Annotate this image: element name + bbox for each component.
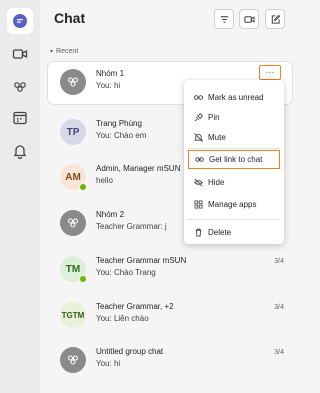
chat-name: Teacher Grammar, +2 (96, 302, 174, 311)
more-options-button[interactable]: ··· (259, 65, 281, 80)
menu-item-mute[interactable]: Mute (188, 128, 280, 147)
avatar-initials: TGTM (61, 310, 85, 320)
menu-item-label: Get link to chat (209, 155, 263, 164)
filter-icon (220, 15, 228, 23)
menu-item-pin[interactable]: Pin (188, 108, 280, 127)
section-label: Recent (56, 48, 79, 55)
menu-item-label: Hide (208, 178, 225, 187)
chat-time: 3/4 (274, 304, 284, 311)
chat-time: 3/4 (274, 349, 284, 356)
menu-item-mark-as-unread[interactable]: Mark as unread (188, 88, 280, 107)
bell-icon (13, 145, 27, 159)
chat-icon (13, 14, 27, 28)
menu-item-label: Pin (208, 113, 220, 122)
menu-item-label: Mute (208, 133, 226, 142)
chat-preview: You: Liên chào (96, 314, 149, 323)
group-icon (67, 218, 79, 228)
meet-now-button[interactable] (239, 9, 259, 29)
chat-preview: You: Chào em (96, 131, 147, 140)
presence-badge (79, 275, 87, 283)
filter-button[interactable] (214, 9, 234, 29)
apps-icon (194, 200, 203, 209)
chat-preview: You: Chào Trang (96, 268, 156, 277)
rail-chat-button[interactable] (7, 8, 33, 34)
chat-list-item[interactable]: TM Teacher Grammar mSUN You: Chào Trang 3/4 (48, 249, 292, 291)
menu-item-label: Delete (208, 228, 232, 237)
glasses-icon (194, 95, 203, 100)
trash-icon (195, 228, 202, 237)
mute-bell-icon (194, 133, 203, 142)
menu-item-label: Mark as unread (208, 93, 264, 102)
teams-icon (14, 82, 26, 92)
menu-divider (188, 219, 280, 220)
new-chat-icon (271, 14, 280, 24)
chat-name: Admin, Manager mSUN (96, 164, 181, 173)
recent-section-header[interactable]: ▾ Recent (50, 48, 78, 55)
chat-preview: You: hi (96, 359, 121, 368)
link-icon (195, 157, 204, 162)
avatar (60, 210, 86, 236)
rail-calls-button[interactable] (7, 41, 33, 67)
chat-list-item[interactable]: Untitled group chat You: hi 3/4 (48, 340, 292, 382)
page-title: Chat (54, 10, 86, 26)
avatar: AM (60, 164, 87, 191)
avatar-initials: TP (66, 126, 80, 138)
avatar: TM (60, 256, 87, 283)
chat-preview: hello (96, 176, 113, 185)
chat-name: Nhóm 2 (96, 210, 125, 219)
rail-teams-button[interactable] (7, 74, 33, 100)
video-icon (12, 49, 28, 59)
chat-time: 3/4 (274, 258, 284, 265)
avatar-initials: TM (65, 263, 81, 275)
group-icon (67, 77, 79, 87)
app-rail (0, 0, 40, 393)
chat-name: Untitled group chat (96, 347, 164, 356)
chat-pane: Chat ▾ Recent Nhóm 1 You: hi TP Trang Phùng… (40, 0, 303, 393)
menu-divider (188, 148, 280, 149)
new-chat-button[interactable] (265, 9, 285, 29)
chat-list-item[interactable]: TGTM Teacher Grammar, +2 You: Liên chào 3/4 (48, 295, 292, 337)
menu-item-hide[interactable]: Hide (188, 173, 280, 192)
calendar-icon (13, 111, 27, 125)
presence-badge (79, 183, 87, 191)
pin-icon (194, 113, 203, 122)
chat-name: Trang Phùng (96, 119, 142, 128)
chat-name: Nhóm 1 (96, 69, 125, 78)
chat-preview: You: hi (96, 81, 121, 90)
rail-activity-button[interactable] (7, 138, 33, 164)
avatar: TP (60, 119, 86, 145)
group-icon (67, 355, 79, 365)
meet-icon (243, 15, 255, 23)
menu-item-label: Manage apps (208, 200, 257, 209)
chat-header: Chat (40, 0, 303, 40)
chat-preview: Teacher Grammar: j (96, 222, 167, 231)
avatar (60, 347, 86, 373)
menu-item-delete[interactable]: Delete (188, 223, 280, 242)
menu-item-manage-apps[interactable]: Manage apps (188, 195, 280, 214)
rail-calendar-button[interactable] (7, 105, 33, 131)
avatar-initials: AM (65, 171, 81, 183)
avatar (60, 69, 86, 95)
more-icon: ··· (265, 67, 275, 77)
caret-down-icon: ▾ (50, 49, 54, 55)
menu-item-get-link-to-chat[interactable]: Get link to chat (188, 150, 280, 169)
avatar: TGTM (60, 302, 86, 328)
context-menu: Mark as unread Pin Mute Get link to chat Hid… (184, 80, 284, 244)
chat-name: Teacher Grammar mSUN (96, 256, 187, 265)
hide-eye-icon (194, 178, 203, 187)
